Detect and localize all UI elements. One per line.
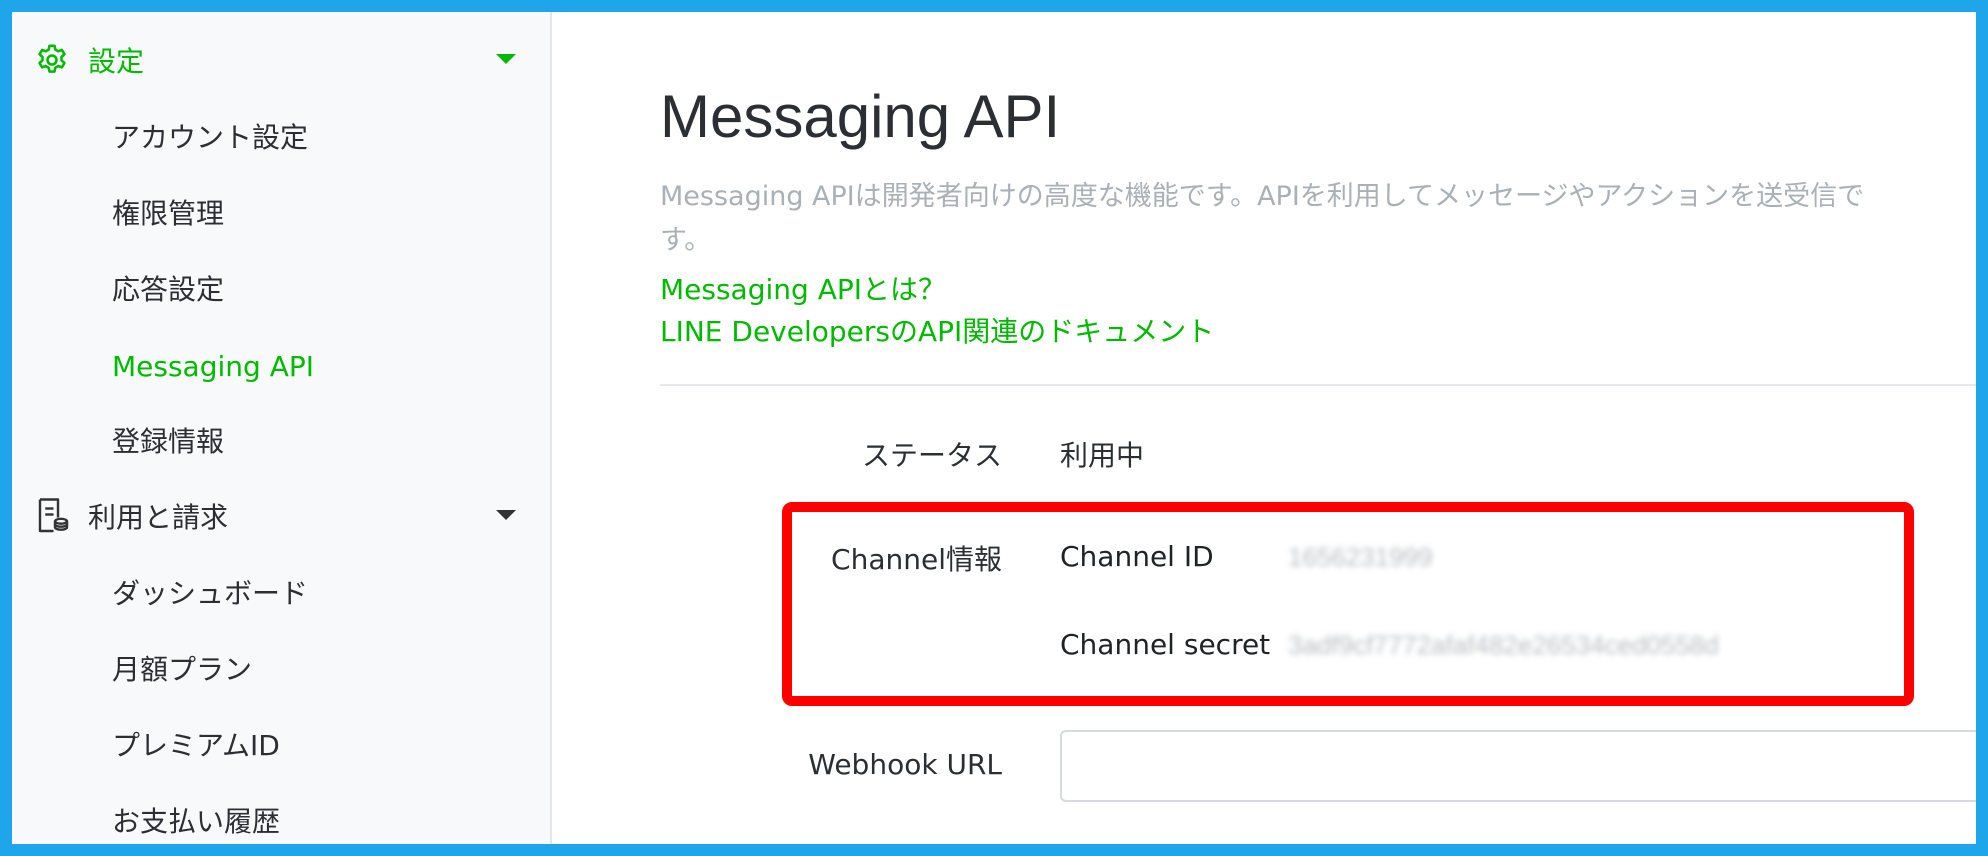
link-what-is-messaging-api[interactable]: Messaging APIとは？ — [660, 268, 946, 308]
sidebar-item-label: 権限管理 — [112, 197, 225, 230]
sidebar-item-payment-history[interactable]: お支払い履歴 — [112, 790, 512, 844]
sidebar-item-label: Messaging API — [112, 349, 314, 383]
page-description: Messaging APIは開発者向けの高度な機能です。APIを利用してメッセー… — [660, 175, 1960, 263]
status-label: ステータス — [861, 439, 1002, 472]
caret-down-icon — [496, 510, 516, 520]
sidebar-item-label: ダッシュボード — [112, 577, 309, 610]
sidebar-item-registration-info[interactable]: 登録情報 — [112, 410, 512, 470]
gear-icon — [32, 40, 72, 80]
sidebar-item-premium-id[interactable]: プレミアムID — [112, 714, 512, 774]
link-line-developers-docs[interactable]: LINE DevelopersのAPI関連のドキュメント — [660, 310, 1214, 350]
sidebar-section-settings-label: 設定 — [88, 45, 145, 78]
description-line: す。 — [660, 225, 712, 256]
caret-down-icon — [496, 54, 516, 64]
sidebar: 設定 アカウント設定 権限管理 応答設定 Messaging API 登録情報 … — [12, 12, 552, 844]
sidebar-item-label: お支払い履歴 — [112, 805, 281, 838]
main-content: Messaging API Messaging APIは開発者向けの高度な機能で… — [552, 12, 1976, 844]
status-value: 利用中 — [1060, 439, 1145, 472]
sidebar-section-billing-label: 利用と請求 — [88, 501, 229, 534]
sidebar-item-label: プレミアムID — [112, 729, 280, 762]
description-line: Messaging APIは開発者向けの高度な機能です。APIを利用してメッセー… — [660, 181, 1865, 212]
sidebar-item-monthly-plan[interactable]: 月額プラン — [112, 638, 512, 698]
sidebar-item-label: アカウント設定 — [112, 121, 309, 154]
sidebar-item-label: 応答設定 — [112, 273, 225, 306]
webhook-url-label: Webhook URL — [808, 748, 1002, 781]
document-billing-icon — [32, 496, 72, 536]
sidebar-item-account-settings[interactable]: アカウント設定 — [112, 106, 512, 166]
page-title: Messaging API — [660, 83, 1061, 150]
sidebar-item-permissions[interactable]: 権限管理 — [112, 182, 512, 242]
sidebar-item-dashboard[interactable]: ダッシュボード — [112, 562, 512, 622]
sidebar-item-label: 登録情報 — [112, 425, 225, 458]
sidebar-section-settings[interactable]: 設定 — [32, 30, 516, 90]
screenshot-frame: 設定 アカウント設定 権限管理 応答設定 Messaging API 登録情報 … — [0, 0, 1988, 856]
divider — [660, 384, 1976, 386]
sidebar-item-messaging-api[interactable]: Messaging API — [112, 336, 512, 396]
sidebar-item-response-settings[interactable]: 応答設定 — [112, 258, 512, 318]
sidebar-item-label: 月額プラン — [112, 653, 253, 686]
sidebar-section-billing[interactable]: 利用と請求 — [32, 486, 516, 546]
webhook-url-input[interactable] — [1060, 730, 1976, 802]
highlight-annotation-box — [782, 502, 1914, 706]
